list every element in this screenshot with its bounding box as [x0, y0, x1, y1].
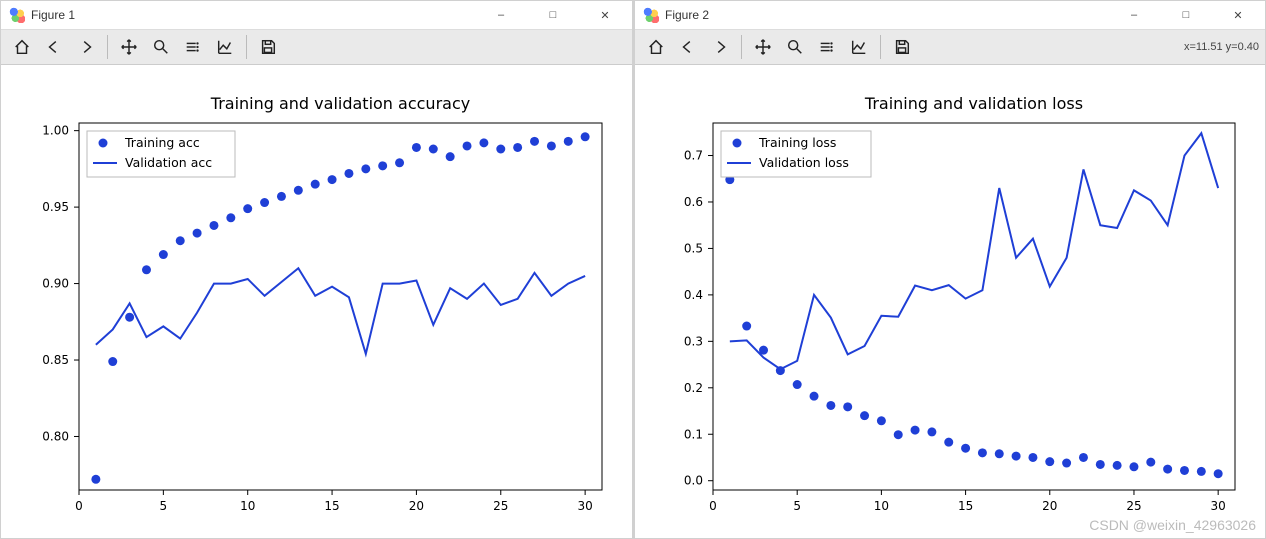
minimize-button[interactable]: – — [1111, 1, 1157, 29]
close-button[interactable]: ✕ — [582, 1, 628, 29]
titlebar[interactable]: Figure 1 – □ ✕ — [1, 1, 632, 29]
home-button[interactable] — [641, 33, 671, 61]
app-icon — [9, 7, 25, 23]
svg-text:0.80: 0.80 — [42, 429, 69, 443]
svg-text:25: 25 — [493, 499, 508, 513]
cursor-coords: x=11.51 y=0.40 — [1184, 41, 1259, 53]
svg-text:0: 0 — [709, 499, 717, 513]
svg-text:10: 10 — [240, 499, 255, 513]
svg-text:Validation loss: Validation loss — [759, 155, 849, 170]
forward-button[interactable] — [71, 33, 101, 61]
svg-text:0.95: 0.95 — [42, 200, 69, 214]
zoom-button[interactable] — [146, 33, 176, 61]
save-button[interactable] — [887, 33, 917, 61]
svg-text:0.1: 0.1 — [684, 427, 703, 441]
svg-text:15: 15 — [324, 499, 339, 513]
toolbar-separator — [107, 35, 108, 59]
axes-button[interactable] — [844, 33, 874, 61]
maximize-button[interactable]: □ — [530, 1, 576, 29]
subplots-button[interactable] — [178, 33, 208, 61]
svg-text:0.5: 0.5 — [684, 241, 703, 255]
svg-text:0.6: 0.6 — [684, 195, 703, 209]
toolbar-separator — [741, 35, 742, 59]
maximize-button[interactable]: □ — [1163, 1, 1209, 29]
plot-area[interactable]: Training and validation accuracy 0 5 10 15 20… — [1, 65, 632, 538]
app-icon — [643, 7, 659, 23]
toolbar-separator — [880, 35, 881, 59]
svg-text:Training loss: Training loss — [758, 135, 836, 150]
svg-text:0.2: 0.2 — [684, 381, 703, 395]
home-button[interactable] — [7, 33, 37, 61]
titlebar[interactable]: Figure 2 – □ ✕ — [635, 1, 1265, 29]
pan-button[interactable] — [748, 33, 778, 61]
svg-text:Training acc: Training acc — [124, 135, 200, 150]
toolbar — [1, 29, 632, 65]
svg-text:1.00: 1.00 — [42, 124, 69, 138]
toolbar: x=11.51 y=0.40 — [635, 29, 1265, 65]
svg-text:20: 20 — [409, 499, 424, 513]
svg-text:20: 20 — [1042, 499, 1057, 513]
svg-text:0.85: 0.85 — [42, 353, 69, 367]
toolbar-separator — [246, 35, 247, 59]
figure-window-2: Figure 2 – □ ✕ x=11.51 y=0.40 Training a… — [633, 0, 1266, 539]
back-button[interactable] — [673, 33, 703, 61]
svg-text:0.3: 0.3 — [684, 334, 703, 348]
svg-text:5: 5 — [160, 499, 168, 513]
svg-text:0.0: 0.0 — [684, 474, 703, 488]
save-button[interactable] — [253, 33, 283, 61]
svg-text:10: 10 — [874, 499, 889, 513]
close-button[interactable]: ✕ — [1215, 1, 1261, 29]
svg-text:15: 15 — [958, 499, 973, 513]
axes-button[interactable] — [210, 33, 240, 61]
svg-text:Training and validation accura: Training and validation accuracy — [210, 94, 470, 113]
svg-text:0.7: 0.7 — [684, 149, 703, 163]
zoom-button[interactable] — [780, 33, 810, 61]
svg-text:5: 5 — [793, 499, 801, 513]
forward-button[interactable] — [705, 33, 735, 61]
chart-accuracy: Training and validation accuracy 0 5 10 15 20… — [1, 65, 632, 538]
plot-area[interactable]: Training and validation loss 0 5 10 15 20 25 30… — [635, 65, 1265, 538]
figure-window-1: Figure 1 – □ ✕ Training and validation a… — [0, 0, 633, 539]
window-title: Figure 2 — [665, 8, 709, 22]
svg-text:Validation acc: Validation acc — [125, 155, 212, 170]
svg-text:0.90: 0.90 — [42, 277, 69, 291]
svg-text:25: 25 — [1126, 499, 1141, 513]
svg-text:Training and validation loss: Training and validation loss — [864, 94, 1083, 113]
svg-text:30: 30 — [577, 499, 592, 513]
svg-text:30: 30 — [1211, 499, 1226, 513]
svg-text:0.4: 0.4 — [684, 288, 703, 302]
chart-loss: Training and validation loss 0 5 10 15 20 25 30… — [635, 65, 1265, 538]
back-button[interactable] — [39, 33, 69, 61]
window-title: Figure 1 — [31, 8, 75, 22]
svg-text:0: 0 — [75, 499, 83, 513]
minimize-button[interactable]: – — [478, 1, 524, 29]
subplots-button[interactable] — [812, 33, 842, 61]
pan-button[interactable] — [114, 33, 144, 61]
